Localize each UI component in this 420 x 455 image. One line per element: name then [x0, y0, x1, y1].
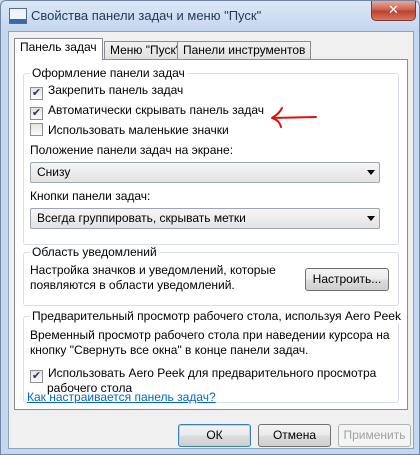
position-select[interactable]: Снизу	[30, 162, 380, 183]
notification-group-legend: Область уведомлений	[30, 245, 159, 259]
auto-hide-checkbox[interactable]: ✔ Автоматически скрывать панель задач	[30, 103, 265, 120]
dialog-body: Панель задач Меню "Пуск" Панели инструме…	[8, 31, 414, 449]
customize-button[interactable]: Настроить...	[305, 268, 389, 291]
notification-group: Область уведомлений Настройка значков и …	[23, 245, 399, 306]
lock-taskbar-checkbox[interactable]: ✔ Закрепить панель задач	[30, 83, 184, 100]
position-value: Снизу	[37, 165, 71, 179]
small-icons-check[interactable]	[30, 123, 43, 136]
appearance-group-legend: Оформление панели задач	[30, 66, 187, 80]
buttons-value: Всегда группировать, скрывать метки	[37, 211, 246, 225]
ok-button[interactable]: ОК	[178, 424, 251, 447]
tab-toolbars[interactable]: Панели инструментов	[177, 41, 312, 59]
red-arrow-annotation	[271, 107, 317, 128]
notification-description-line2: появляются в области уведомлений.	[30, 278, 235, 292]
aero-peek-description-line1: Временный просмотр рабочего стола при на…	[30, 328, 390, 342]
lock-taskbar-check[interactable]: ✔	[30, 87, 43, 100]
aero-peek-description-line2: кнопку "Свернуть все окна" в конце панел…	[30, 343, 309, 357]
aero-peek-label-line1: Использовать Aero Peek для предварительн…	[48, 366, 377, 380]
taskbar-properties-icon	[9, 8, 27, 24]
notification-description-line1: Настройка значков и уведомлений, которые	[30, 263, 276, 277]
buttons-select[interactable]: Всегда группировать, скрывать метки	[30, 208, 380, 229]
buttons-label: Кнопки панели задач:	[30, 189, 151, 203]
help-link[interactable]: Как настраивается панель задач?	[27, 390, 216, 404]
lock-taskbar-label: Закрепить панель задач	[48, 83, 184, 97]
chevron-down-icon	[367, 216, 375, 221]
small-icons-label: Использовать маленькие значки	[48, 123, 229, 137]
aero-peek-checkbox[interactable]: ✔ Использовать Aero Peek для предваритель…	[30, 366, 377, 383]
apply-button[interactable]: Применить	[338, 424, 411, 447]
position-label: Положение панели задач на экране:	[30, 143, 234, 157]
auto-hide-label: Автоматически скрывать панель задач	[48, 103, 265, 117]
cancel-button[interactable]: Отмена	[258, 424, 331, 447]
tab-start-menu[interactable]: Меню "Пуск"	[104, 41, 187, 59]
appearance-group: Оформление панели задач ✔ Закрепить панел…	[23, 66, 399, 245]
dialog-window: Свойства панели задач и меню "Пуск" ✕ Па…	[0, 0, 420, 455]
tab-taskbar[interactable]: Панель задач	[14, 38, 103, 60]
aero-peek-check[interactable]: ✔	[30, 370, 43, 383]
small-icons-checkbox[interactable]: Использовать маленькие значки	[30, 123, 229, 139]
tab-panel-taskbar: Оформление панели задач ✔ Закрепить панел…	[14, 59, 408, 410]
title-bar[interactable]: Свойства панели задач и меню "Пуск" ✕	[1, 1, 419, 31]
aero-peek-group-legend: Предварительный просмотр рабочего стола,…	[30, 309, 403, 323]
chevron-down-icon	[367, 170, 375, 175]
window-title: Свойства панели задач и меню "Пуск"	[31, 8, 262, 23]
auto-hide-check[interactable]: ✔	[30, 107, 43, 120]
close-button[interactable]: ✕	[371, 1, 416, 21]
